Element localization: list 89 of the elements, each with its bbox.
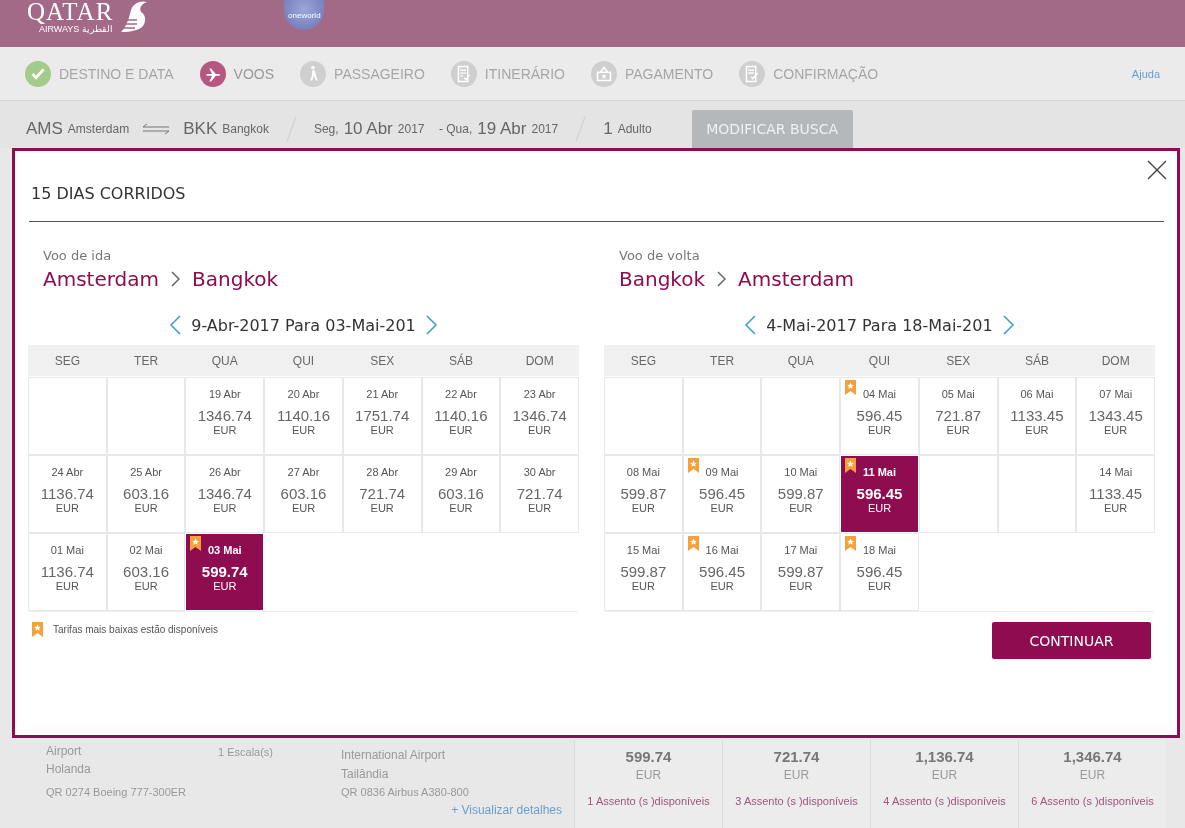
airport-text: Holanda — [46, 762, 92, 776]
return-year: 2017 — [531, 122, 559, 136]
route-origin: Bangkok — [619, 267, 706, 291]
airport-text: Airport — [46, 744, 83, 758]
depart-year: 2017 — [397, 122, 425, 136]
fare-column[interactable]: 599.74 EUR 1 Assento (s )disponíveis — [574, 740, 722, 828]
weekday-header: SEG — [28, 345, 107, 376]
weekday-header: QUI — [264, 345, 343, 376]
legend-text: Tarifas mais baixas estão disponíveis — [53, 624, 219, 635]
previous-icon[interactable] — [744, 315, 757, 335]
weekday-header: SÁB — [421, 345, 501, 376]
fare-day-cell[interactable]: 08 Mai 599.87 EUR — [605, 456, 682, 532]
airport-text: Tailândia — [341, 767, 390, 781]
previous-icon[interactable] — [169, 315, 182, 335]
next-icon[interactable] — [425, 315, 438, 335]
route-destination: Bangkok — [192, 267, 279, 291]
fare-day-cell[interactable]: 14 Mai 1133.45 EUR — [1077, 456, 1154, 532]
flight-info: QR 0274 Boeing 777-300ER — [46, 786, 188, 798]
weekday-header: SEG — [604, 345, 683, 376]
fare-day-cell[interactable]: 09 Mai 596.45 EUR — [683, 456, 761, 532]
fare-day-cell[interactable]: 19 Abr 1346.74 EUR — [186, 378, 264, 454]
fare-day-cell[interactable]: 04 Mai 596.45 EUR — [841, 378, 918, 454]
weekday-header: SEX — [342, 345, 422, 376]
weekday-header: QUA — [185, 345, 265, 376]
fare-day-cell[interactable]: 23 Abr 1346.74 EUR — [501, 378, 578, 454]
continue-button[interactable]: CONTINUAR — [992, 622, 1151, 659]
next-icon[interactable] — [1002, 315, 1015, 335]
return-date: 19 Abr — [477, 119, 527, 139]
fare-day-cell[interactable]: 15 Mai 599.87 EUR — [605, 534, 682, 610]
flight-direction-label: Voo de volta — [619, 248, 701, 263]
origin-code: AMS — [26, 119, 63, 139]
fare-day-cell[interactable]: 22 Abr 1140.16 EUR — [422, 378, 500, 454]
fare-day-cell[interactable]: 25 Abr 603.16 EUR — [107, 456, 185, 532]
origin-city: Amsterdam — [67, 122, 130, 136]
weekday-header: TER — [106, 345, 186, 376]
return-weekday: - Qua, — [438, 122, 473, 136]
weekday-header: QUA — [761, 345, 841, 376]
fare-day-cell[interactable]: 01 Mai 1136.74 EUR — [29, 534, 106, 610]
fare-day-cell[interactable]: 27 Abr 603.16 EUR — [265, 456, 342, 532]
passenger-count: 1 — [603, 119, 613, 139]
passenger-type: Adulto — [617, 122, 652, 136]
fare-day-cell[interactable]: 11 Mai 596.45 EUR — [841, 456, 918, 532]
weekday-header: DOM — [500, 345, 579, 376]
fare-day-cell[interactable]: 16 Mai 596.45 EUR — [683, 534, 761, 610]
close-icon[interactable] — [1147, 160, 1167, 180]
fare-column[interactable]: 721.74 EUR 3 Assento (s )disponíveis — [722, 740, 870, 828]
fare-column[interactable]: 1,136.74 EUR 4 Assento (s )disponíveis — [870, 740, 1018, 828]
flight-direction-label: Voo de ida — [43, 248, 113, 263]
fare-day-cell[interactable]: 20 Abr 1140.16 EUR — [265, 378, 342, 454]
airport-text: International Airport — [341, 748, 447, 762]
alliance-logo: oneworld — [284, 0, 325, 30]
logo-subtitle: AIRWAYS — [39, 24, 80, 35]
modal-title: 15 DIAS CORRIDOS — [31, 183, 187, 205]
weekday-header: DOM — [1076, 345, 1155, 376]
fare-day-cell[interactable]: 24 Abr 1136.74 EUR — [29, 456, 106, 532]
ribbon-icon — [32, 622, 43, 637]
fare-day-cell[interactable]: 18 Mai 596.45 EUR — [841, 534, 918, 610]
flight-info: QR 0836 Airbus A380-800 — [341, 786, 470, 798]
route-origin: Amsterdam — [43, 267, 160, 291]
weekday-header: SÁB — [997, 345, 1077, 376]
logo-arabic: القطرية — [82, 24, 114, 35]
fare-day-cell[interactable]: 21 Abr 1751.74 EUR — [343, 378, 421, 454]
depart-date: 10 Abr — [343, 119, 393, 139]
date-range: 9-Abr-2017 Para 03-Mai-201 — [191, 315, 416, 335]
fare-day-cell[interactable]: 02 Mai 603.16 EUR — [107, 534, 185, 610]
destination-code: BKK — [183, 119, 218, 139]
logo-wordmark: QATAR — [27, 0, 114, 24]
fare-day-cell[interactable]: 17 Mai 599.87 EUR — [762, 534, 840, 610]
chevron-right-icon — [717, 271, 727, 287]
fare-day-cell[interactable]: 03 Mai 599.74 EUR — [186, 534, 264, 610]
fare-day-cell[interactable]: 06 Mai 1133.45 EUR — [998, 378, 1076, 454]
destination-city: Bangkok — [222, 122, 269, 136]
fare-day-cell[interactable]: 30 Abr 721.74 EUR — [501, 456, 578, 532]
weekday-header: QUI — [840, 345, 919, 376]
weekday-header: SEX — [918, 345, 998, 376]
weekday-header: TER — [682, 345, 762, 376]
date-range: 4-Mai-2017 Para 18-Mai-201 — [766, 315, 993, 335]
stops-text: 1 Escala(s) — [218, 746, 275, 758]
chevron-right-icon — [171, 271, 181, 287]
fare-day-cell[interactable]: 07 Mai 1343.45 EUR — [1077, 378, 1154, 454]
fare-day-cell[interactable]: 26 Abr 1346.74 EUR — [186, 456, 264, 532]
fare-day-cell[interactable]: 10 Mai 599.87 EUR — [762, 456, 840, 532]
route-destination: Amsterdam — [738, 267, 855, 291]
fare-day-cell[interactable]: 29 Abr 603.16 EUR — [422, 456, 500, 532]
round-trip-icon — [142, 123, 171, 135]
fare-day-cell[interactable]: 28 Abr 721.74 EUR — [343, 456, 421, 532]
depart-weekday: Seg, — [313, 122, 339, 136]
fare-day-cell[interactable]: 05 Mai 721.87 EUR — [919, 378, 997, 454]
fare-column[interactable]: 1,346.74 EUR 6 Assento (s )disponíveis — [1018, 740, 1166, 828]
